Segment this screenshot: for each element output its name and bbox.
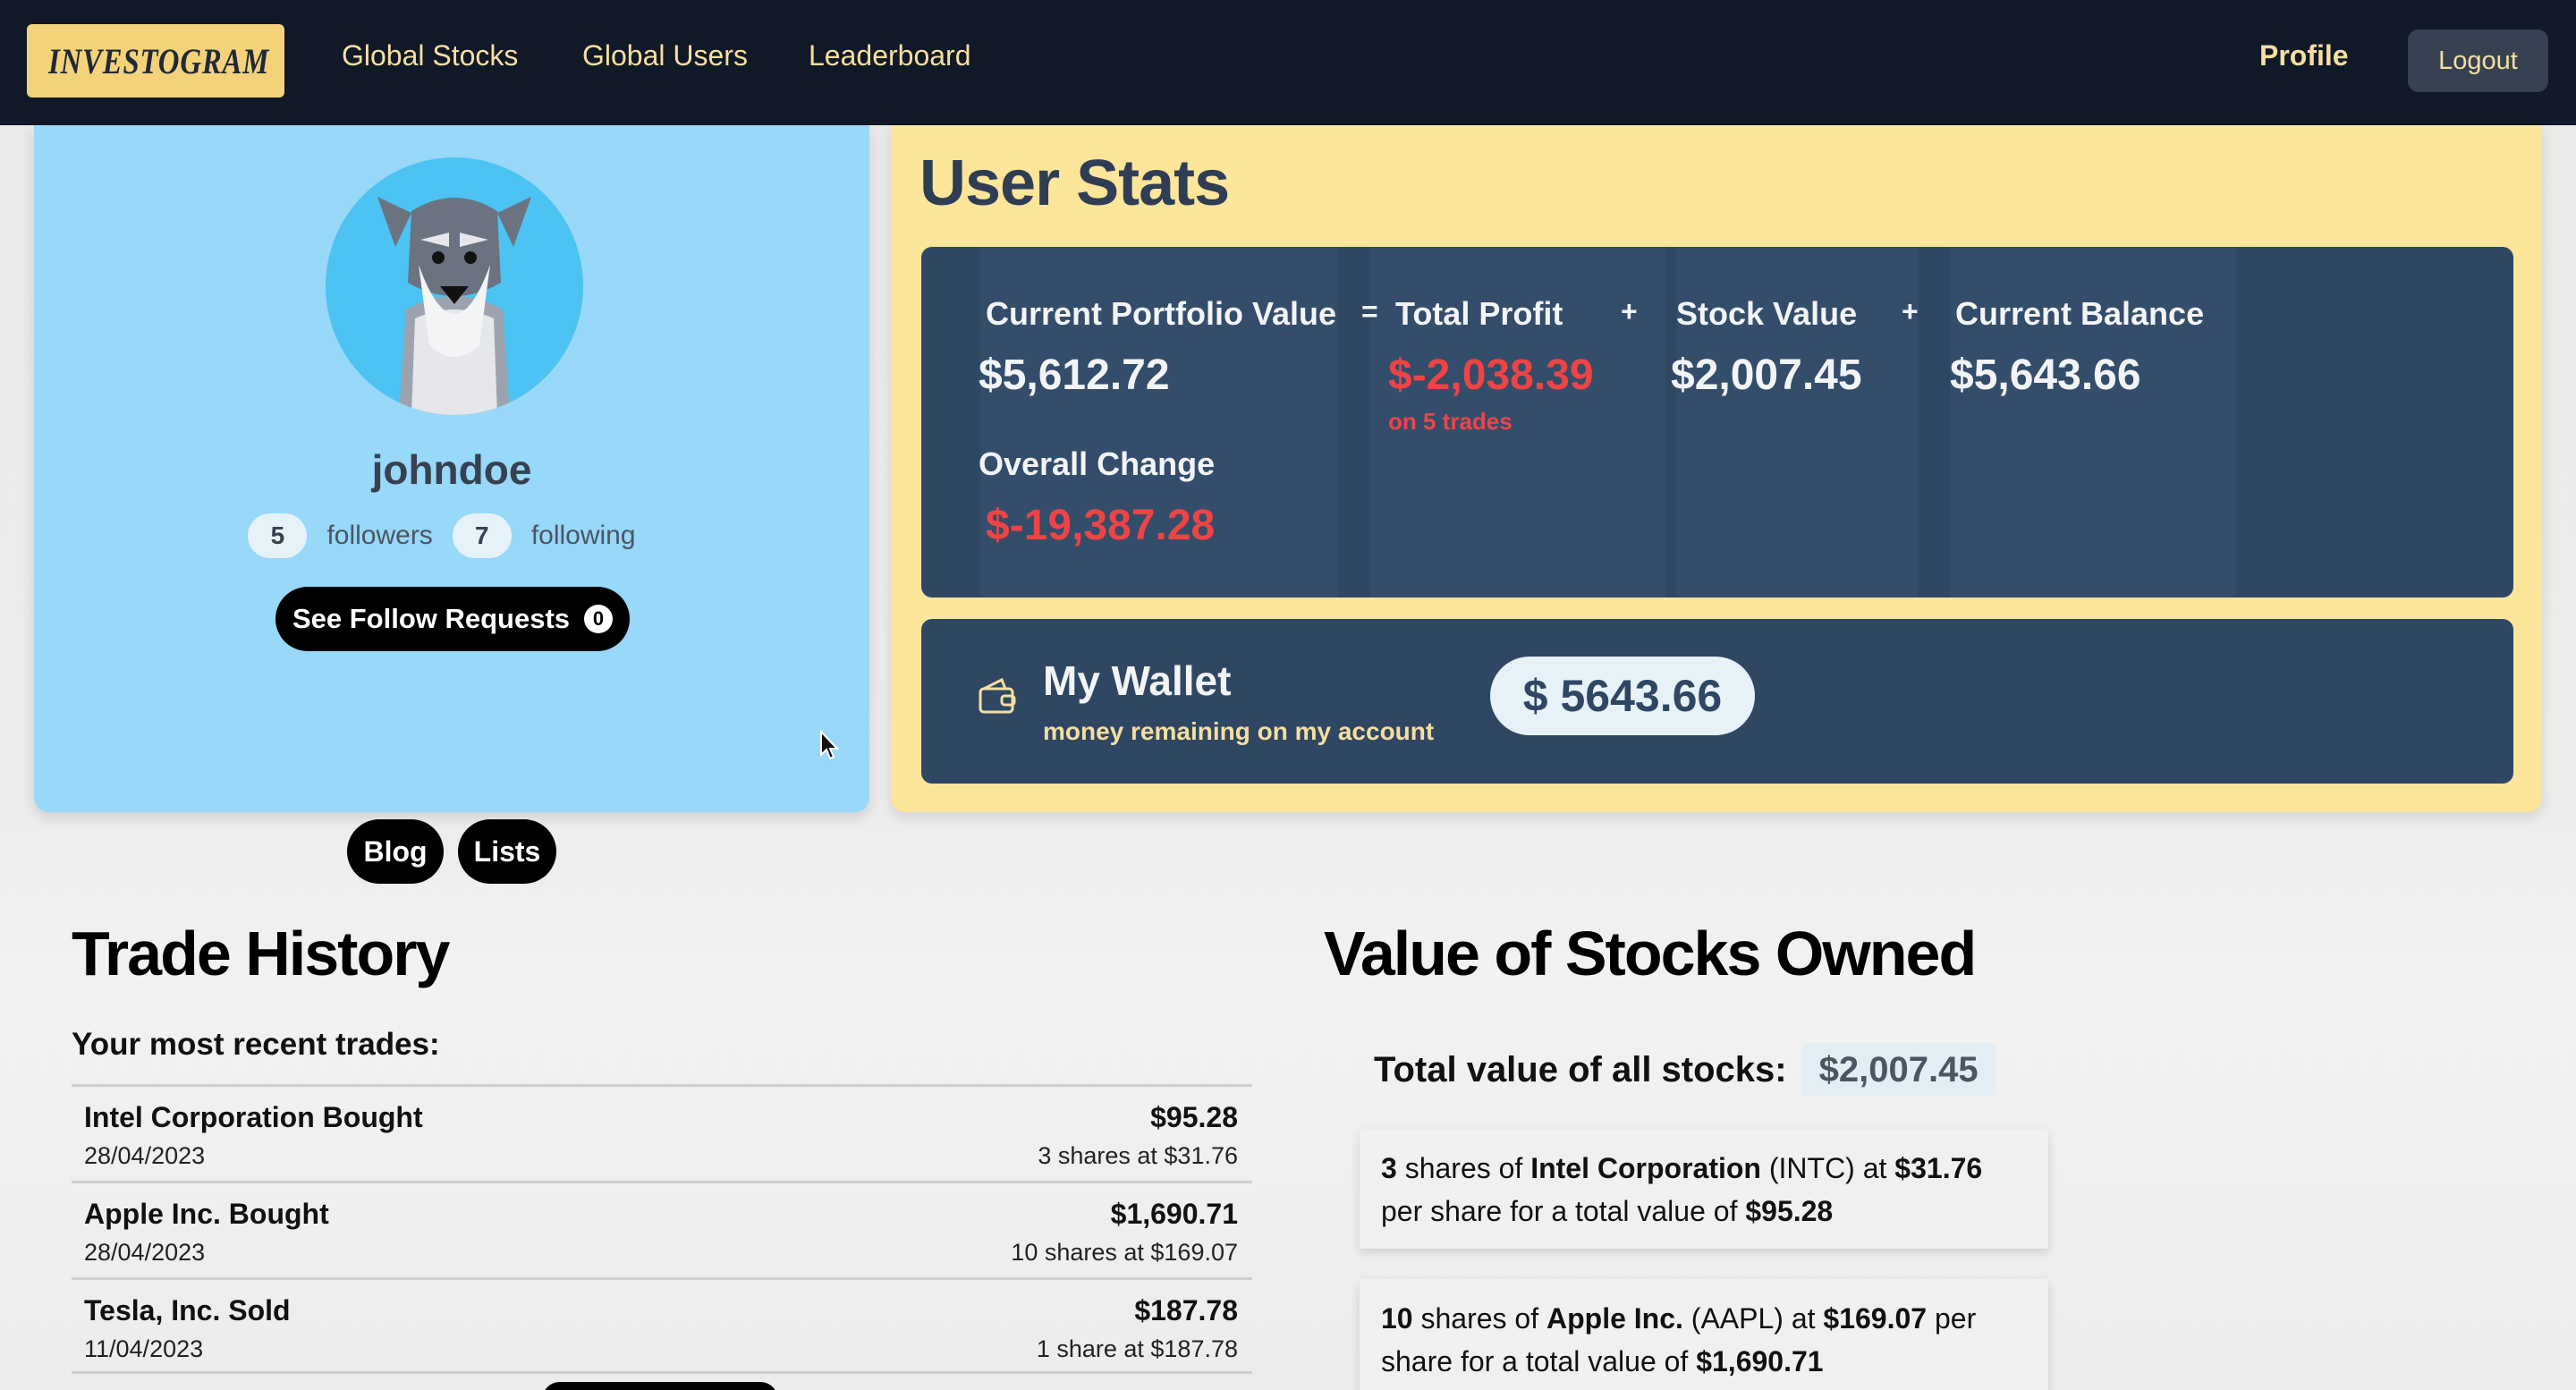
trade-date: 28/04/2023 xyxy=(84,1239,206,1266)
mouse-cursor-icon xyxy=(820,730,840,760)
ticker: (INTC) xyxy=(1768,1152,1855,1184)
per-share-text: per share for a total value of xyxy=(1381,1195,1738,1227)
nav-global-users[interactable]: Global Users xyxy=(582,39,748,72)
shares-word: shares of xyxy=(1420,1302,1539,1335)
avatar[interactable] xyxy=(326,157,583,415)
stocks-owned-title: Value of Stocks Owned xyxy=(1324,919,1977,988)
total-stock-value: Total value of all stocks: $2,007.45 xyxy=(1374,1043,1996,1097)
followers-label[interactable]: followers xyxy=(326,521,432,551)
profit-label: Total Profit xyxy=(1395,295,1563,332)
trade-date: 28/04/2023 xyxy=(84,1142,206,1169)
logo-text: INVESTOGRAM xyxy=(48,40,270,81)
at-word: at xyxy=(1791,1302,1816,1335)
overall-change-value: $-19,387.28 xyxy=(986,502,1216,549)
wallet-panel: My Wallet money remaining on my account … xyxy=(921,619,2513,784)
total-value-amount: $2,007.45 xyxy=(1801,1043,1996,1097)
share-price: $31.76 xyxy=(1894,1152,1983,1184)
balance-label: Current Balance xyxy=(1955,295,2205,332)
total-value-label: Total value of all stocks: xyxy=(1374,1049,1787,1089)
stock-value-label: Stock Value xyxy=(1676,295,1858,332)
shares-word: shares of xyxy=(1404,1152,1523,1184)
stock-value: $2,007.45 xyxy=(1671,352,1862,399)
plus-sign-1: + xyxy=(1621,295,1638,327)
nav-profile[interactable]: Profile xyxy=(2259,39,2349,72)
trade-history-subtitle: Your most recent trades: xyxy=(72,1027,440,1062)
nav-global-stocks[interactable]: Global Stocks xyxy=(342,39,518,72)
table-row[interactable]: Apple Inc. Bought 28/04/2023 $1,690.71 1… xyxy=(72,1181,1252,1277)
following-label[interactable]: following xyxy=(531,521,636,551)
trade-date: 11/04/2023 xyxy=(84,1335,204,1362)
total-value: $95.28 xyxy=(1745,1195,1834,1227)
stats-panel: Current Portfolio Value $5,612.72 = Tota… xyxy=(921,247,2513,598)
see-follow-requests-button[interactable]: See Follow Requests 0 xyxy=(275,587,630,651)
trade-name: Apple Inc. Bought xyxy=(84,1198,329,1230)
total-value: $1,690.71 xyxy=(1696,1345,1824,1377)
user-stats-title: User Stats xyxy=(919,148,1230,219)
portfolio-label: Current Portfolio Value xyxy=(986,295,1337,332)
user-stats-card: User Stats Current Portfolio Value $5,61… xyxy=(891,125,2542,812)
schnauzer-avatar-icon xyxy=(377,197,531,415)
lists-button[interactable]: Lists xyxy=(458,819,556,884)
trade-name: Intel Corporation Bought xyxy=(84,1101,423,1133)
overall-change-label: Overall Change xyxy=(979,445,1216,482)
nav-leaderboard[interactable]: Leaderboard xyxy=(809,39,970,72)
profit-trades-count: on 5 trades xyxy=(1388,408,1513,435)
profit-value: $-2,038.39 xyxy=(1388,352,1594,399)
trade-detail: 10 shares at $169.07 xyxy=(1011,1239,1238,1266)
portfolio-value: $5,612.72 xyxy=(979,352,1170,399)
shares-count: 10 xyxy=(1381,1302,1413,1335)
at-word: at xyxy=(1862,1152,1887,1184)
trade-detail: 3 shares at $31.76 xyxy=(1038,1142,1238,1169)
wallet-icon xyxy=(979,677,1016,714)
company-name: Intel Corporation xyxy=(1530,1152,1761,1184)
requests-label: See Follow Requests xyxy=(292,603,571,634)
following-count[interactable]: 7 xyxy=(452,513,512,558)
load-more-button[interactable] xyxy=(542,1382,778,1390)
username: johndoe xyxy=(371,446,532,493)
requests-count-badge: 0 xyxy=(584,605,614,633)
trade-detail: 1 share at $187.78 xyxy=(1036,1335,1238,1362)
stock-card-intc: 3 shares of Intel Corporation (INTC) at … xyxy=(1360,1129,2048,1249)
plus-sign-2: + xyxy=(1902,295,1919,327)
wallet-amount: $ 5643.66 xyxy=(1490,657,1755,735)
trade-total: $187.78 xyxy=(1134,1294,1238,1326)
trade-list: Intel Corporation Bought 28/04/2023 $95.… xyxy=(72,1084,1252,1374)
navbar: INVESTOGRAM Global Stocks Global Users L… xyxy=(0,0,2576,125)
stock-card-aapl: 10 shares of Apple Inc. (AAPL) at $169.0… xyxy=(1360,1279,2048,1390)
wallet-title: My Wallet xyxy=(1043,657,1232,704)
trade-history-title: Trade History xyxy=(72,919,450,988)
shares-count: 3 xyxy=(1381,1152,1397,1184)
investogram-logo[interactable]: INVESTOGRAM xyxy=(27,24,284,97)
trade-total: $95.28 xyxy=(1150,1101,1238,1133)
followers-count[interactable]: 5 xyxy=(248,513,308,558)
table-row[interactable]: Intel Corporation Bought 28/04/2023 $95.… xyxy=(72,1084,1252,1181)
equals-sign: = xyxy=(1361,295,1378,327)
balance-value: $5,643.66 xyxy=(1950,352,2141,399)
company-name: Apple Inc. xyxy=(1546,1302,1683,1335)
table-row[interactable]: Tesla, Inc. Sold 11/04/2023 $187.78 1 sh… xyxy=(72,1277,1252,1374)
profile-card: johndoe 5 followers 7 following See Foll… xyxy=(34,125,869,884)
trade-total: $1,690.71 xyxy=(1110,1198,1238,1230)
wallet-subtitle: money remaining on my account xyxy=(1043,717,1435,745)
trade-name: Tesla, Inc. Sold xyxy=(84,1294,291,1326)
share-price: $169.07 xyxy=(1823,1302,1928,1335)
ticker: (AAPL) xyxy=(1690,1302,1784,1335)
logout-button[interactable]: Logout xyxy=(2408,30,2548,92)
follow-stats: 5 followers 7 following xyxy=(34,513,869,558)
blog-button[interactable]: Blog xyxy=(347,819,444,884)
